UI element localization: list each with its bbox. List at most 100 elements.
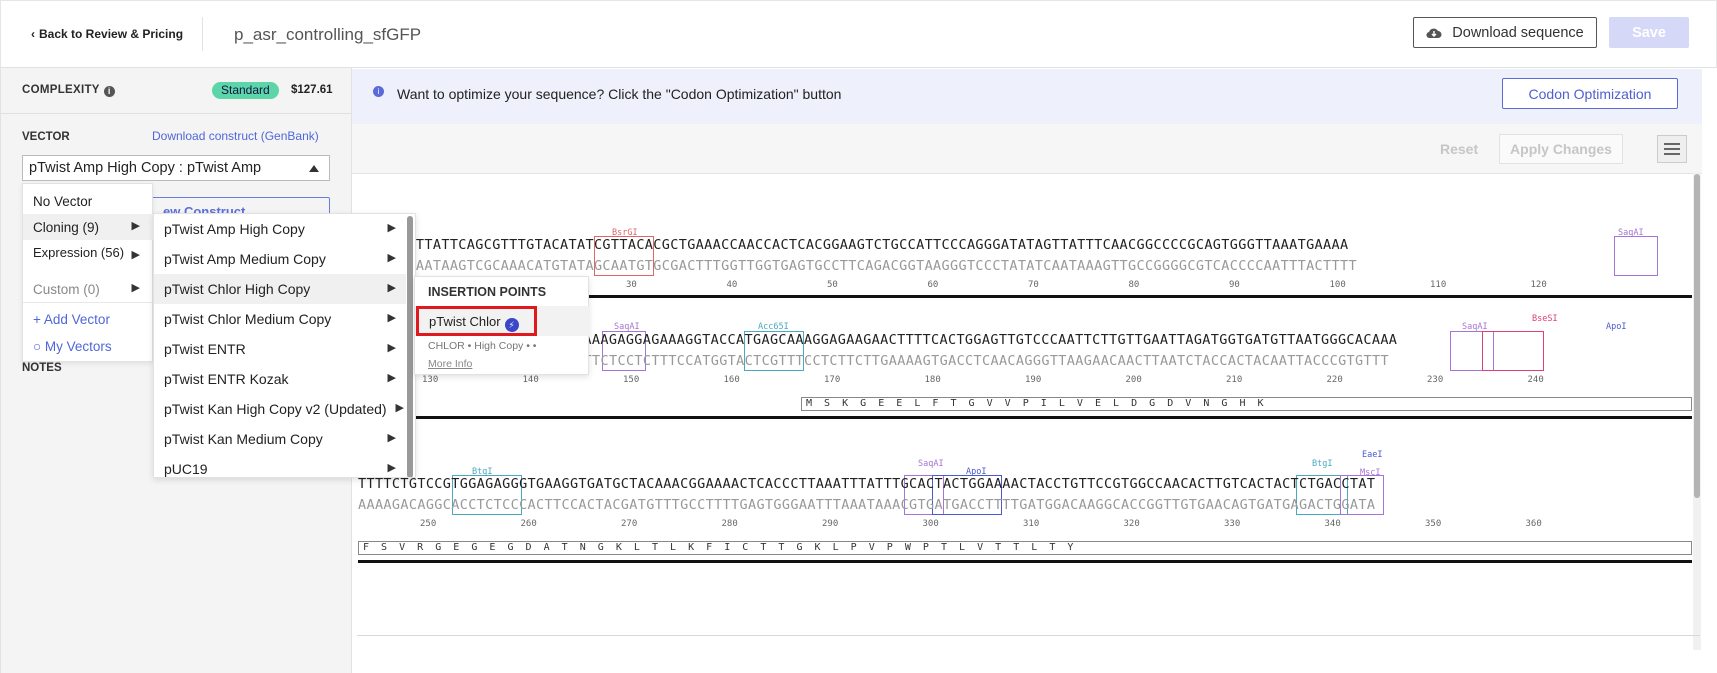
position-tick: 240 — [1527, 375, 1544, 385]
protein-translation[interactable]: M S K G E E L F T G V V P I L V E L D G … — [801, 397, 1692, 411]
complexity-label: COMPLEXITY i — [22, 84, 115, 97]
download-sequence-label: Download sequence — [1452, 24, 1584, 41]
menu-item-vector[interactable]: pTwist Amp High Copy ▶ — [154, 214, 406, 244]
more-info-link[interactable]: More Info — [428, 358, 472, 370]
price: $127.61 — [291, 84, 333, 96]
notes-label: NOTES — [22, 362, 62, 374]
info-icon: i — [373, 86, 384, 97]
insertion-points-popup: INSERTION POINTS pTwist Chlor ⚡ CHLOR • H… — [414, 276, 590, 375]
position-tick: 360 — [1525, 519, 1542, 529]
protein-translation[interactable]: F S V R G E G E G D A T N G K L T L K F … — [358, 541, 1692, 555]
save-button[interactable]: Save — [1609, 17, 1689, 48]
chevron-right-icon: ▶ — [387, 432, 396, 444]
position-tick: 160 — [723, 375, 740, 385]
menu-item-no-vector[interactable]: No Vector — [23, 188, 154, 214]
back-link-label: Back to Review & Pricing — [39, 27, 184, 41]
menu-item-vector[interactable]: pTwist ENTR Kozak ▶ — [154, 364, 406, 394]
chevron-right-icon: ▶ — [387, 462, 396, 474]
info-icon[interactable]: i — [103, 86, 115, 97]
cloning-vectors-menu: pTwist Amp High Copy ▶ pTwist Amp Medium … — [153, 213, 416, 478]
chevron-right-icon: ▶ — [131, 220, 140, 232]
position-tick: 90 — [1229, 280, 1240, 290]
sequence-track — [358, 560, 1692, 563]
position-tick: 50 — [827, 280, 838, 290]
position-tick: 220 — [1326, 375, 1343, 385]
reset-button[interactable]: Reset — [1440, 141, 1478, 157]
position-tick: 40 — [726, 280, 738, 290]
menu-item-vector[interactable]: pTwist Kan High Copy v2 (Updated) ▶ — [154, 394, 406, 424]
menu-item-vector[interactable]: pTwist Chlor Medium Copy ▶ — [154, 304, 406, 334]
chevron-right-icon: ▶ — [131, 249, 140, 261]
back-to-review-link[interactable]: ‹ Back to Review & Pricing — [31, 27, 183, 41]
sidebar-divider — [1, 113, 351, 114]
position-tick: 120 — [1530, 280, 1547, 290]
menu-item-vector[interactable]: pTwist ENTR ▶ — [154, 334, 406, 364]
sequence-viewer[interactable]: BsrGI SaqAI TAATTTATTCAGCGTTTGTACATATCGT… — [352, 174, 1692, 673]
my-vectors-label: My Vectors — [44, 339, 112, 354]
sequence-reverse: ATTAAATAAGTCGCAAACATGTATAGCAATGTGCGACTTT… — [382, 258, 1357, 274]
scrollbar-thumb[interactable] — [1694, 174, 1700, 498]
chevron-left-icon: ‹ — [31, 27, 35, 41]
enzyme-label[interactable]: BseSI — [1532, 314, 1558, 324]
position-tick: 350 — [1425, 519, 1442, 529]
position-tick: 310 — [1023, 519, 1040, 529]
position-tick: 260 — [520, 519, 537, 529]
complexity-label-text: COMPLEXITY — [22, 84, 100, 96]
vector-select-value: pTwist Amp High Copy : pTwist Amp — [29, 160, 262, 176]
position-tick: 30 — [626, 280, 637, 290]
position-tick: 150 — [623, 375, 640, 385]
menu-item-vector[interactable]: pTwist Chlor High Copy ▶ — [154, 274, 406, 304]
hamburger-menu-icon[interactable] — [1657, 135, 1687, 163]
menu-item-label: pTwist Amp Medium Copy — [164, 251, 326, 267]
menu-item-label: Cloning (9) — [33, 220, 100, 235]
menu-item-custom[interactable]: Custom (0) ▶ — [23, 276, 154, 302]
menu-item-label: pTwist Chlor Medium Copy — [164, 311, 332, 327]
menu-item-vector[interactable]: pTwist Kan Medium Copy ▶ — [154, 424, 406, 454]
enzyme-label[interactable]: ApoI — [1606, 322, 1626, 332]
sequence-reverse: AAAAGACAGGCACCTCTCCCACTTCCACTACGATGTTTGC… — [358, 497, 1376, 513]
chevron-right-icon: ▶ — [387, 252, 396, 264]
position-tick: 100 — [1329, 280, 1346, 290]
enzyme-label[interactable]: BtgI — [1312, 459, 1332, 469]
position-tick: 210 — [1226, 375, 1243, 385]
menu-item-vector[interactable]: pUC19 ▶ — [154, 454, 406, 477]
position-tick: 70 — [1028, 280, 1039, 290]
insertion-points-title: INSERTION POINTS — [428, 285, 547, 299]
menu-item-expression[interactable]: Expression (56) ▶ — [23, 243, 143, 277]
bottom-divider — [357, 635, 1700, 636]
enzyme-label[interactable]: EaeI — [1362, 450, 1382, 460]
enzyme-site — [1614, 236, 1658, 276]
add-vector-label: Add Vector — [43, 312, 110, 327]
chevron-right-icon: ▶ — [395, 402, 404, 414]
download-sequence-button[interactable]: Download sequence — [1413, 17, 1597, 48]
menu-item-label: pTwist ENTR Kozak — [164, 371, 289, 387]
menu-item-label: pTwist ENTR — [164, 341, 246, 357]
menu-item-vector[interactable]: pTwist Amp Medium Copy ▶ — [154, 244, 406, 274]
top-header: ‹ Back to Review & Pricing p_asr_controll… — [0, 0, 1717, 68]
position-tick: 230 — [1427, 375, 1444, 385]
sequence-forward: TAATTTATTCAGCGTTTGTACATATCGTTACACGCTGAAA… — [382, 237, 1349, 253]
add-vector-link[interactable]: + Add Vector — [33, 312, 110, 327]
chevron-right-icon: ▶ — [131, 282, 140, 294]
banner-text: Want to optimize your sequence? Click th… — [397, 86, 842, 102]
position-tick: 60 — [927, 280, 939, 290]
menu-item-cloning[interactable]: Cloning (9) ▶ — [23, 214, 154, 240]
position-tick: 180 — [924, 375, 941, 385]
vector-select[interactable]: pTwist Amp High Copy : pTwist Amp — [22, 155, 330, 181]
codon-optimization-button[interactable]: Codon Optimization — [1502, 78, 1678, 109]
enzyme-site — [1482, 331, 1544, 371]
apply-changes-button[interactable]: Apply Changes — [1499, 134, 1623, 164]
circle-icon: ○ — [33, 339, 45, 354]
my-vectors-link[interactable]: ○ My Vectors — [33, 339, 112, 354]
optimization-banner: i Want to optimize your sequence? Click … — [352, 69, 1702, 124]
position-tick: 340 — [1324, 519, 1341, 529]
insertion-point-option[interactable]: pTwist Chlor ⚡ — [416, 306, 537, 336]
position-tick: 200 — [1125, 375, 1142, 385]
download-construct-link[interactable]: Download construct (GenBank) — [152, 129, 319, 143]
chevron-right-icon: ▶ — [387, 312, 396, 324]
scrollbar-thumb[interactable] — [407, 216, 413, 477]
menu-scrollbar[interactable] — [407, 216, 413, 477]
lightning-icon: ⚡ — [504, 318, 519, 332]
enzyme-label[interactable]: SaqAI — [918, 459, 944, 469]
vertical-scrollbar[interactable] — [1693, 172, 1701, 650]
